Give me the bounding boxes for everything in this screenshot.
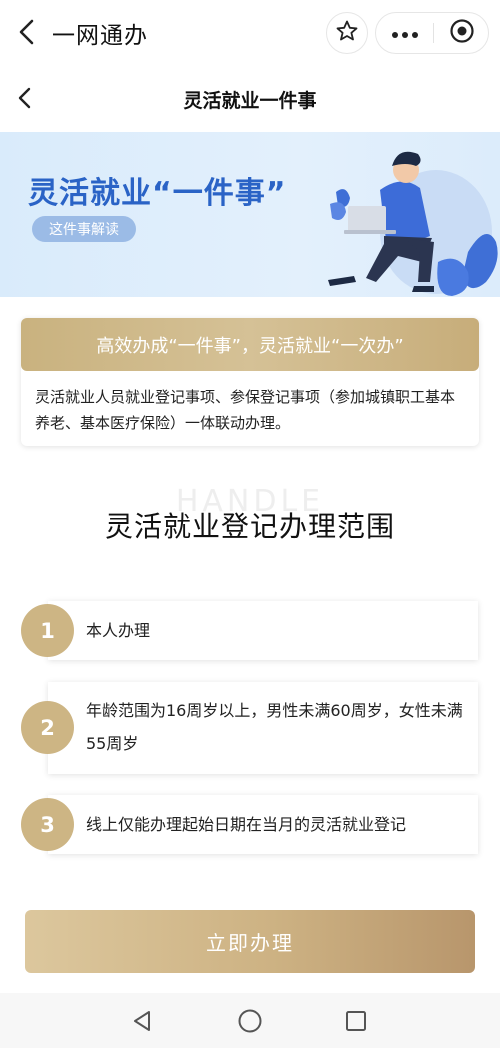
favorite-button[interactable]	[326, 12, 368, 54]
intro-heading: 高效办成“一件事”，灵活就业“一次办”	[21, 318, 479, 371]
nav-home-icon[interactable]	[236, 1007, 264, 1035]
page-title: 灵活就业一件事	[183, 90, 317, 112]
step-box: 线上仅能办理起始日期在当月的灵活就业登记	[48, 795, 478, 854]
more-button[interactable]	[376, 13, 433, 53]
intro-card: 高效办成“一件事”，灵活就业“一次办” 灵活就业人员就业登记事项、参保登记事项（…	[21, 318, 479, 446]
intro-body: 灵活就业人员就业登记事项、参保登记事项（参加城镇职工基本养老、基本医疗保险）一体…	[35, 388, 456, 432]
app-title: 一网通办	[52, 23, 148, 49]
step-number-badge: 1	[21, 604, 74, 657]
step-box: 年龄范围为16周岁以上，男性未满60周岁，女性未满55周岁	[48, 682, 478, 774]
nav-recents-icon[interactable]	[342, 1007, 370, 1035]
menu-capsule	[375, 12, 489, 54]
step-box: 本人办理	[48, 601, 478, 660]
nav-back-icon[interactable]	[129, 1007, 157, 1035]
step-text: 年龄范围为16周岁以上，男性未满60周岁，女性未满55周岁	[86, 701, 463, 753]
banner-title: 灵活就业“一件事”	[28, 176, 287, 211]
close-button[interactable]	[434, 13, 489, 53]
back-arrow-icon[interactable]	[14, 16, 42, 48]
page-header: 灵活就业一件事	[0, 64, 500, 132]
section-title: 灵活就业登记办理范围	[104, 510, 395, 543]
interpretation-button[interactable]: 这件事解读	[32, 216, 136, 242]
step-text: 线上仅能办理起始日期在当月的灵活就业登记	[86, 815, 407, 834]
step-number-badge: 3	[21, 798, 74, 851]
step-number-badge: 2	[21, 701, 74, 754]
system-nav-bar	[0, 993, 500, 1048]
apply-now-button[interactable]: 立即办理	[25, 910, 475, 973]
more-icon	[391, 24, 419, 43]
person-laptop-illustration	[318, 132, 500, 297]
step-text: 本人办理	[86, 621, 151, 640]
star-icon	[335, 19, 359, 47]
banner: 灵活就业“一件事” 这件事解读	[0, 132, 500, 297]
top-bar: 一网通办	[0, 0, 500, 64]
close-circle-icon	[449, 18, 475, 48]
